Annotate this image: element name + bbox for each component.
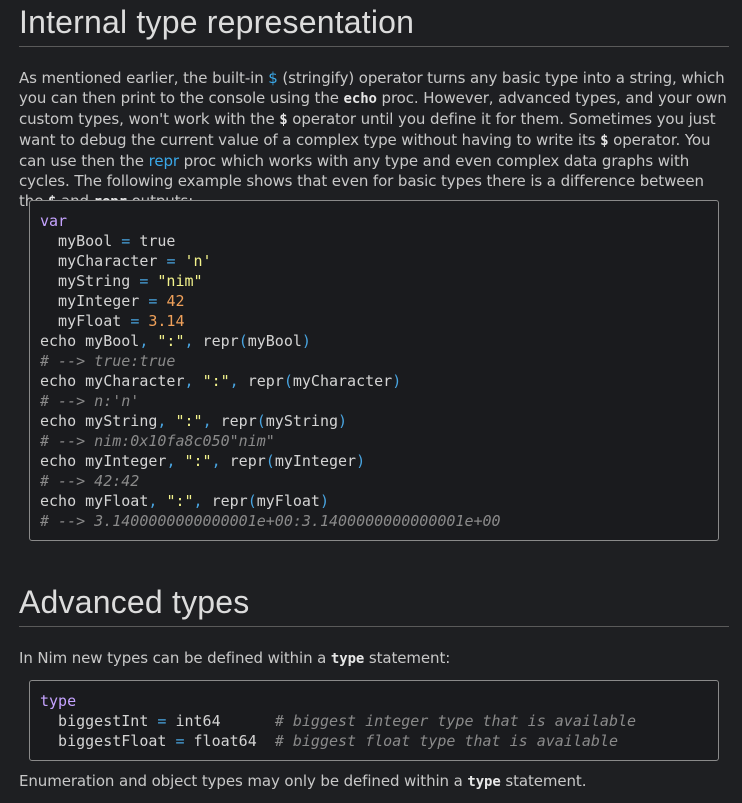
code-line: echo myFloat, ":", repr(myFloat) (40, 492, 329, 510)
inline-code-echo: echo (343, 91, 377, 107)
heading-rule (19, 46, 729, 47)
page: Internal type representation As mentione… (0, 0, 742, 803)
code-line: echo myString, ":", repr(myString) (40, 412, 348, 430)
text: As mentioned earlier, the built-in (19, 69, 269, 87)
code-block-type-definition: type biggestInt = int64 # biggest intege… (29, 680, 719, 761)
code-line: # --> 42:42 (40, 472, 140, 490)
code-line: biggestInt = int64 # biggest integer typ… (40, 712, 637, 730)
inline-code-type: type (467, 774, 501, 790)
stringify-operator-link[interactable]: $ (268, 69, 278, 87)
code-line: biggestFloat = float64 # biggest float t… (40, 732, 618, 750)
code-line: # --> n:'n' (40, 392, 140, 410)
code-line: # --> true:true (40, 352, 176, 370)
heading-rule (19, 626, 729, 627)
section-heading-advanced-types: Advanced types (19, 584, 250, 620)
code-line: echo myInteger, ":", repr(myInteger) (40, 452, 366, 470)
code-block-repr-example: var myBool = true myCharacter = 'n' mySt… (29, 200, 719, 541)
code-listing: type biggestInt = int64 # biggest intege… (30, 681, 718, 761)
text: Enumeration and object types may only be… (19, 772, 468, 790)
code-line: # --> 3.1400000000000001e+00:3.140000000… (40, 512, 501, 530)
code-listing: var myBool = true myCharacter = 'n' mySt… (30, 201, 718, 541)
code-line: myFloat = 3.14 (40, 312, 185, 330)
code-line: echo myCharacter, ":", repr(myCharacter) (40, 372, 402, 390)
repr-link[interactable]: repr (149, 152, 179, 170)
code-line: var (40, 212, 68, 230)
inline-code-type: type (330, 651, 365, 667)
advanced-types-intro: In Nim new types can be defined within a… (19, 648, 731, 669)
code-line: myCharacter = 'n' (40, 252, 212, 270)
inline-code-dollar: $ (279, 112, 288, 128)
code-line: # --> nim:0x10fa8c050"nim" (40, 432, 275, 450)
intro-paragraph: As mentioned earlier, the built-in $ (st… (19, 68, 731, 212)
text: statement: (364, 649, 451, 667)
section-heading-internal-type-representation: Internal type representation (19, 4, 415, 40)
code-line: myInteger = 42 (40, 292, 185, 310)
text: In Nim new types can be defined within a (19, 649, 331, 667)
code-line: myString = "nim" (40, 272, 203, 290)
code-line: myBool = true (40, 232, 176, 250)
text: statement. (500, 772, 587, 790)
code-line: type (40, 692, 77, 710)
code-line: echo myBool, ":", repr(myBool) (40, 332, 311, 350)
advanced-types-outro: Enumeration and object types may only be… (19, 771, 731, 792)
inline-code-dollar: $ (600, 133, 609, 149)
